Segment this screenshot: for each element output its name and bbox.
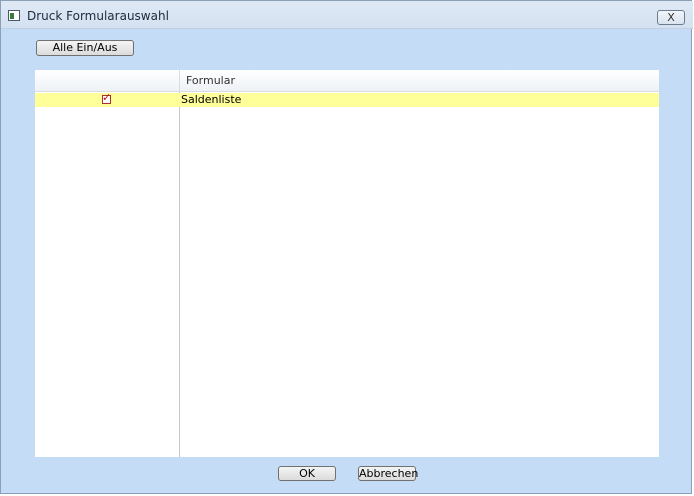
form-selection-grid: Formular ✓ Saldenliste: [35, 70, 659, 457]
row-formular-name: Saldenliste: [181, 93, 242, 106]
toggle-all-button[interactable]: Alle Ein/Aus: [36, 40, 134, 56]
window-title: Druck Formularauswahl: [27, 9, 169, 23]
title-bar[interactable]: Druck Formularauswahl X: [1, 1, 693, 29]
app-window-icon: [8, 10, 20, 21]
table-row[interactable]: ✓ Saldenliste: [35, 91, 659, 107]
cancel-button[interactable]: Abbrechen: [358, 466, 418, 481]
checkmark-icon: ✓: [102, 91, 112, 104]
grid-header: Formular: [35, 70, 659, 92]
column-header-select[interactable]: [35, 70, 179, 91]
ok-button[interactable]: OK: [278, 466, 336, 481]
close-icon: X: [667, 11, 675, 24]
column-divider: [179, 92, 180, 457]
close-button[interactable]: X: [657, 10, 685, 25]
column-header-formular[interactable]: Formular: [179, 70, 659, 91]
dialog-window: Druck Formularauswahl X Alle Ein/Aus For…: [0, 0, 693, 494]
row-checkbox[interactable]: ✓: [102, 91, 112, 104]
